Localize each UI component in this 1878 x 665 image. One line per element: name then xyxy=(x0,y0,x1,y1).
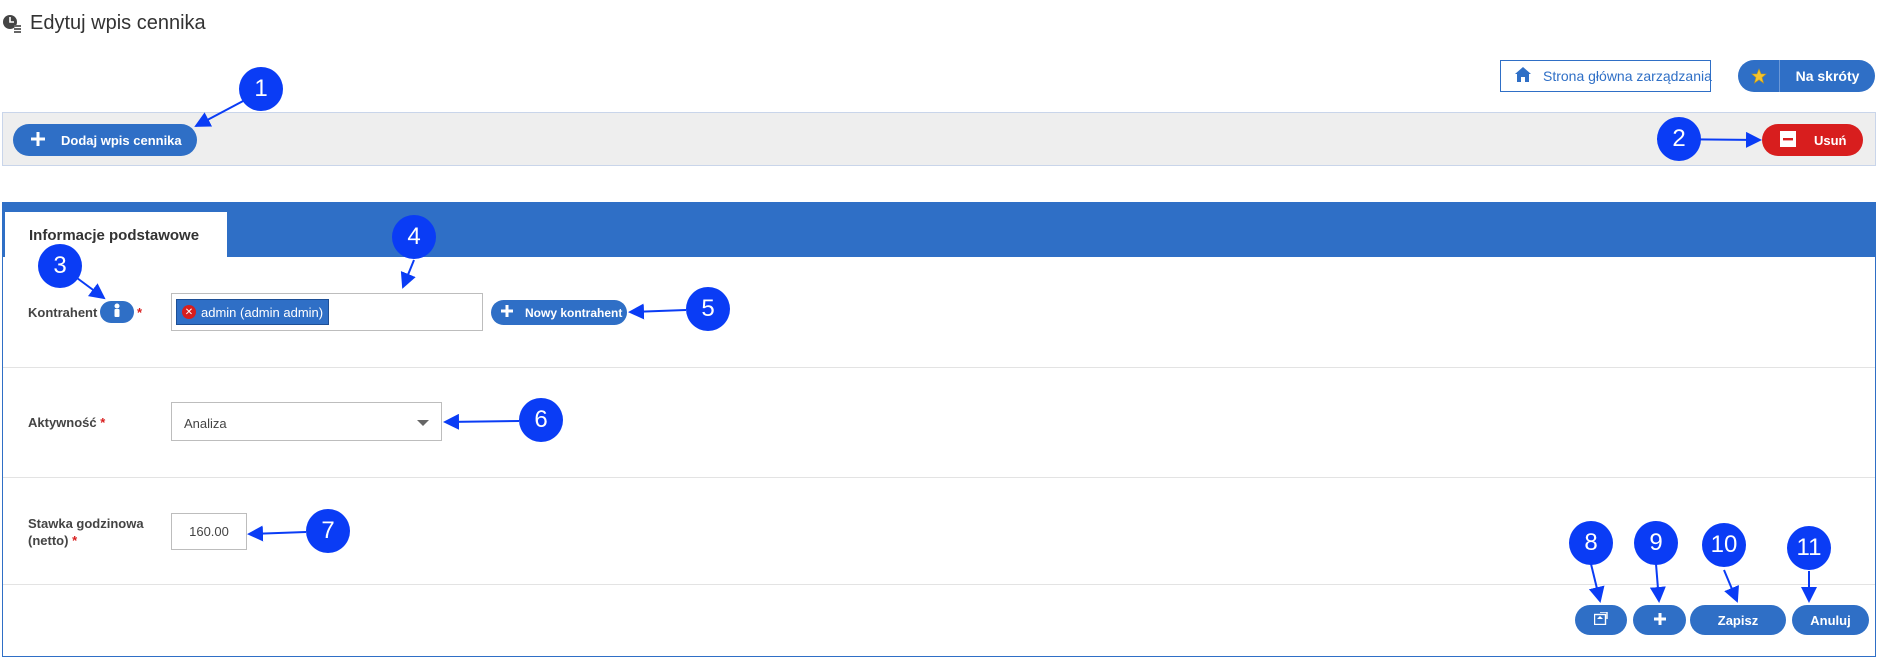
hourly-rate-required-mark: * xyxy=(72,533,78,548)
plus-icon xyxy=(501,305,513,320)
contractor-chip: ✕ admin (admin admin) xyxy=(176,299,329,325)
row-divider xyxy=(3,584,1875,585)
callout-6: 6 xyxy=(519,398,563,442)
callout-7: 7 xyxy=(306,509,350,553)
delete-button[interactable]: Usuń xyxy=(1762,124,1863,156)
activity-required-mark: * xyxy=(100,415,106,430)
callout-9: 9 xyxy=(1634,521,1678,565)
remove-chip-icon[interactable]: ✕ xyxy=(182,305,196,319)
activity-label: Aktywność * xyxy=(28,415,105,430)
callout-11: 11 xyxy=(1787,526,1831,570)
contractor-chip-label: admin (admin admin) xyxy=(201,304,324,320)
new-contractor-label: Nowy kontrahent xyxy=(525,305,623,320)
minus-box-icon xyxy=(1780,130,1796,150)
tab-bar xyxy=(3,203,1875,257)
add-price-entry-label: Dodaj wpis cennika xyxy=(61,132,182,148)
contractor-label: Kontrahent xyxy=(28,305,97,320)
row-divider xyxy=(3,477,1875,478)
contractor-label-text: Kontrahent xyxy=(28,305,98,320)
activity-select-value: Analiza xyxy=(184,416,227,431)
plus-icon xyxy=(1653,612,1666,628)
hourly-rate-label-line2: (netto) xyxy=(28,533,69,548)
save-button[interactable]: Zapisz xyxy=(1690,605,1786,635)
star-icon xyxy=(1738,60,1780,92)
contractor-required-mark: * xyxy=(137,305,143,320)
person-icon xyxy=(112,303,122,322)
home-icon xyxy=(1515,67,1531,85)
save-return-icon xyxy=(1593,611,1608,628)
new-contractor-button[interactable]: Nowy kontrahent xyxy=(491,300,627,325)
callout-10: 10 xyxy=(1702,523,1746,567)
save-and-new-button[interactable] xyxy=(1633,605,1686,635)
callout-1: 1 xyxy=(239,67,283,111)
home-button[interactable]: Strona główna zarządzania xyxy=(1500,60,1712,92)
save-and-back-button[interactable] xyxy=(1575,605,1627,635)
home-button-label: Strona główna zarządzania xyxy=(1543,68,1712,84)
callout-5: 5 xyxy=(686,287,730,331)
chevron-down-icon xyxy=(417,420,429,426)
plus-icon xyxy=(31,131,45,149)
tab-basic-info[interactable]: Informacje podstawowe xyxy=(5,212,227,258)
shortcuts-label: Na skróty xyxy=(1795,68,1860,84)
page-title: Edytuj wpis cennika xyxy=(30,12,206,34)
delete-label: Usuń xyxy=(1814,132,1847,148)
hourly-rate-label: Stawka godzinowa (netto) * xyxy=(28,515,144,549)
callout-4: 4 xyxy=(392,215,436,259)
callout-3: 3 xyxy=(38,244,82,288)
cancel-button[interactable]: Anuluj xyxy=(1792,605,1869,635)
hourly-rate-label-line1: Stawka godzinowa xyxy=(28,516,144,531)
hourly-rate-input[interactable]: 160.00 xyxy=(171,513,247,550)
price-list-icon xyxy=(2,14,22,34)
add-price-entry-button[interactable]: Dodaj wpis cennika xyxy=(13,124,197,156)
callout-8: 8 xyxy=(1569,521,1613,565)
toolbar xyxy=(2,112,1876,166)
shortcuts-button[interactable]: Na skróty xyxy=(1738,60,1875,92)
contractor-info-button[interactable] xyxy=(100,301,134,323)
callout-2: 2 xyxy=(1657,117,1701,161)
row-divider xyxy=(3,367,1875,368)
activity-select[interactable]: Analiza xyxy=(171,402,442,441)
activity-label-text: Aktywność xyxy=(28,415,97,430)
